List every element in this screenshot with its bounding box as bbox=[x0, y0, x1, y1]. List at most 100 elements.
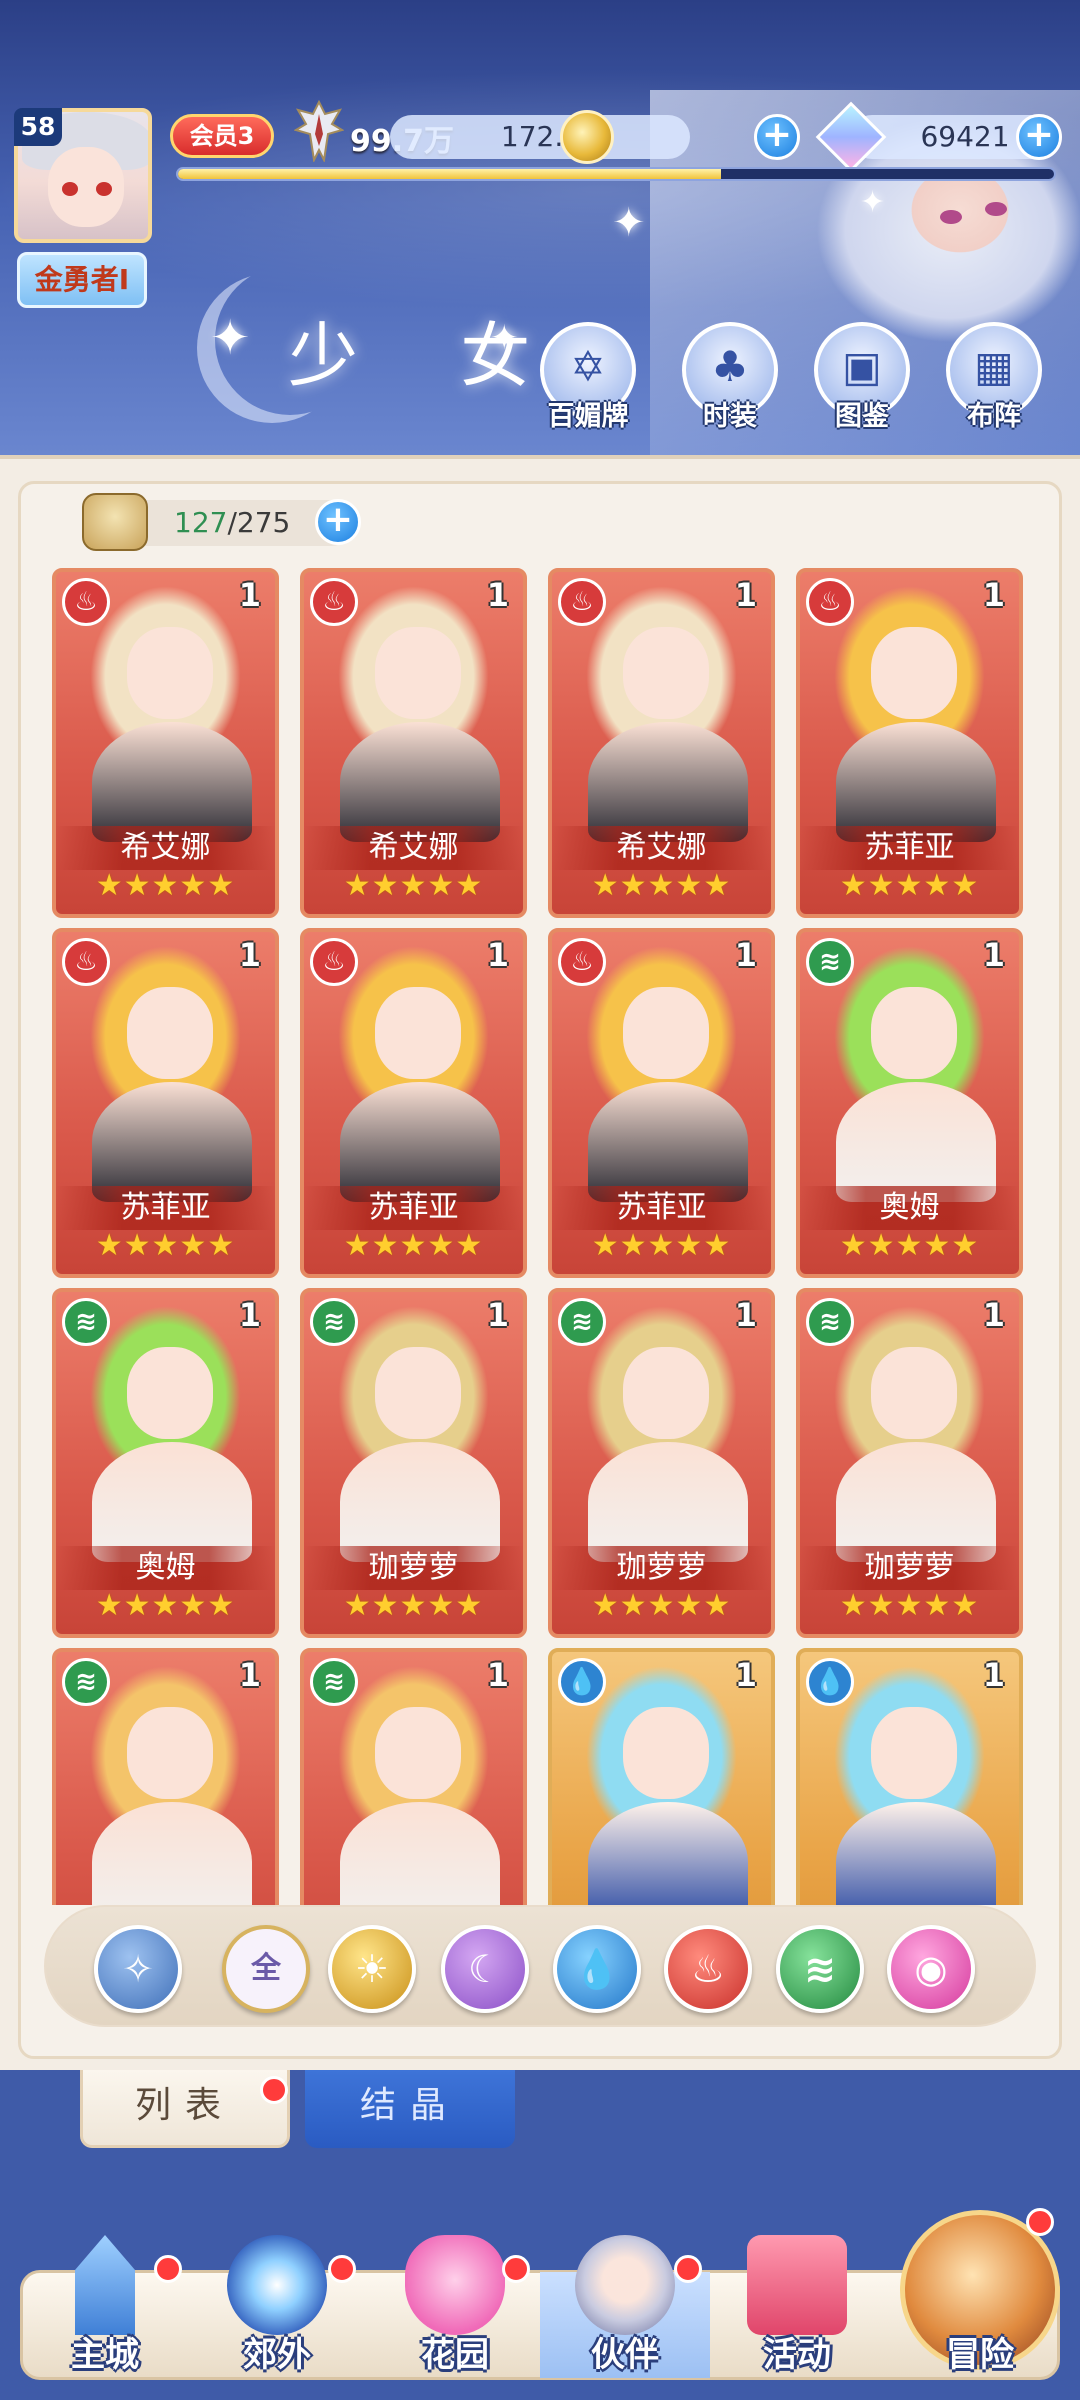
partner-card[interactable]: ≋ 1 珈萝萝 ★★★★★ bbox=[548, 1288, 775, 1638]
card-count: 1 bbox=[982, 1656, 1005, 1694]
tab-list-badge bbox=[260, 2076, 288, 2104]
partner-card[interactable]: ≋ 1 珈萝萝 ★★★★★ bbox=[300, 1288, 527, 1638]
partner-card[interactable]: ≋ 1 珈萝萝 ★★★★★ bbox=[796, 1288, 1023, 1638]
card-grid: ♨ 1 希艾娜 ★★★★★ ♨ 1 希艾娜 ★★★★★ ♨ 1 希艾娜 ★★★★★ ♨ 1 苏菲亚 ★★★★★… bbox=[0, 0, 1080, 1905]
tab-crystal[interactable]: 结晶 bbox=[305, 2070, 515, 2148]
card-portrait-body bbox=[588, 722, 748, 842]
gift-icon bbox=[747, 2235, 847, 2335]
card-portrait-face bbox=[623, 987, 709, 1079]
card-name: 希艾娜 bbox=[552, 826, 771, 870]
partner-icon bbox=[575, 2235, 675, 2335]
card-count: 1 bbox=[486, 1296, 509, 1334]
filter-wind-icon[interactable]: ≋ bbox=[776, 1925, 864, 2013]
nav-item-events[interactable]: 活动 bbox=[722, 2235, 872, 2385]
filter-charm-icon[interactable]: ◉ bbox=[887, 1925, 975, 2013]
card-portrait-face bbox=[871, 627, 957, 719]
filter-all-button[interactable]: 全 bbox=[222, 1925, 310, 2013]
card-portrait-body bbox=[836, 1082, 996, 1202]
card-count: 1 bbox=[486, 576, 509, 614]
card-portrait-body bbox=[340, 1082, 500, 1202]
filter-water-icon[interactable]: 💧 bbox=[553, 1925, 641, 2013]
partner-card[interactable]: ♨ 1 苏菲亚 ★★★★★ bbox=[300, 928, 527, 1278]
card-count: 1 bbox=[238, 1296, 261, 1334]
card-portrait-body bbox=[836, 722, 996, 842]
card-count: 1 bbox=[486, 1656, 509, 1694]
partner-card[interactable]: ≋ 1 奥姆 ★★★★★ bbox=[52, 1288, 279, 1638]
wind-element-icon: ≋ bbox=[806, 938, 854, 986]
partner-card[interactable]: ♨ 1 希艾娜 ★★★★★ bbox=[548, 568, 775, 918]
filter-fire-icon[interactable]: ♨ bbox=[664, 1925, 752, 2013]
partner-card[interactable]: ≋ 1 奥姆 ★★★★★ bbox=[796, 928, 1023, 1278]
nav-item-adventure[interactable]: 冒险 bbox=[905, 2235, 1055, 2385]
nav-item-partner[interactable]: 伙伴 bbox=[550, 2235, 700, 2385]
nav-badge bbox=[674, 2255, 702, 2283]
partner-card[interactable]: 💧 1 bbox=[548, 1648, 775, 1905]
fire-element-icon: ♨ bbox=[558, 938, 606, 986]
card-stars: ★★★★★ bbox=[95, 868, 236, 903]
partner-card[interactable]: ♨ 1 希艾娜 ★★★★★ bbox=[300, 568, 527, 918]
partner-card[interactable]: ♨ 1 苏菲亚 ★★★★★ bbox=[52, 928, 279, 1278]
wind-element-icon: ≋ bbox=[310, 1658, 358, 1706]
card-count: 1 bbox=[734, 576, 757, 614]
filter-dark-icon[interactable]: ☾ bbox=[441, 1925, 529, 2013]
card-portrait-face bbox=[127, 1347, 213, 1439]
card-portrait-face bbox=[375, 1347, 461, 1439]
card-name: 珈萝萝 bbox=[552, 1546, 771, 1590]
card-stars: ★★★★★ bbox=[839, 868, 980, 903]
partner-card[interactable]: ♨ 1 苏菲亚 ★★★★★ bbox=[796, 568, 1023, 918]
wind-element-icon: ≋ bbox=[310, 1298, 358, 1346]
card-stars: ★★★★★ bbox=[343, 868, 484, 903]
nav-label: 郊外 bbox=[243, 2335, 311, 2375]
card-count: 1 bbox=[238, 1656, 261, 1694]
card-portrait-body bbox=[340, 722, 500, 842]
card-portrait-face bbox=[127, 987, 213, 1079]
card-count: 1 bbox=[734, 1656, 757, 1694]
fire-element-icon: ♨ bbox=[62, 578, 110, 626]
card-portrait-face bbox=[623, 1707, 709, 1799]
card-portrait-face bbox=[127, 1707, 213, 1799]
card-portrait-body bbox=[340, 1442, 500, 1562]
card-portrait-face bbox=[871, 1707, 957, 1799]
nav-item-main-city[interactable]: 主城 bbox=[30, 2235, 180, 2385]
sort-button[interactable]: ✧ bbox=[94, 1925, 182, 2013]
fire-element-icon: ♨ bbox=[310, 578, 358, 626]
water-element-icon: 💧 bbox=[558, 1658, 606, 1706]
card-portrait-face bbox=[127, 627, 213, 719]
nav-item-outskirts[interactable]: 郊外 bbox=[202, 2235, 352, 2385]
card-portrait-face bbox=[375, 1707, 461, 1799]
partner-card[interactable]: ≋ 1 bbox=[300, 1648, 527, 1905]
card-name: 苏菲亚 bbox=[800, 826, 1019, 870]
fire-element-icon: ♨ bbox=[62, 938, 110, 986]
card-count: 1 bbox=[982, 1296, 1005, 1334]
partner-card[interactable]: 💧 1 bbox=[796, 1648, 1023, 1905]
adventure-icon bbox=[930, 2235, 1030, 2335]
card-portrait-body bbox=[92, 1442, 252, 1562]
card-stars: ★★★★★ bbox=[95, 1228, 236, 1263]
card-portrait-face bbox=[871, 1347, 957, 1439]
card-name: 苏菲亚 bbox=[304, 1186, 523, 1230]
fire-element-icon: ♨ bbox=[310, 938, 358, 986]
nav-label: 伙伴 bbox=[591, 2335, 659, 2375]
heart-garden-icon bbox=[405, 2235, 505, 2335]
card-stars: ★★★★★ bbox=[591, 868, 732, 903]
card-name: 希艾娜 bbox=[304, 826, 523, 870]
card-name: 珈萝萝 bbox=[800, 1546, 1019, 1590]
card-stars: ★★★★★ bbox=[591, 1588, 732, 1623]
card-name: 奥姆 bbox=[56, 1546, 275, 1590]
card-name: 苏菲亚 bbox=[56, 1186, 275, 1230]
card-portrait-body bbox=[588, 1082, 748, 1202]
castle-icon bbox=[75, 2235, 135, 2335]
partner-card[interactable]: ♨ 1 希艾娜 ★★★★★ bbox=[52, 568, 279, 918]
card-count: 1 bbox=[734, 1296, 757, 1334]
card-portrait-body bbox=[92, 1802, 252, 1905]
nav-badge bbox=[154, 2255, 182, 2283]
card-name: 希艾娜 bbox=[56, 826, 275, 870]
wind-element-icon: ≋ bbox=[806, 1298, 854, 1346]
partner-card[interactable]: ≋ 1 bbox=[52, 1648, 279, 1905]
tab-list[interactable]: 列表 bbox=[80, 2070, 290, 2148]
nav-label: 冒险 bbox=[946, 2335, 1014, 2375]
wind-element-icon: ≋ bbox=[558, 1298, 606, 1346]
filter-light-icon[interactable]: ☀ bbox=[328, 1925, 416, 2013]
partner-card[interactable]: ♨ 1 苏菲亚 ★★★★★ bbox=[548, 928, 775, 1278]
fire-element-icon: ♨ bbox=[558, 578, 606, 626]
